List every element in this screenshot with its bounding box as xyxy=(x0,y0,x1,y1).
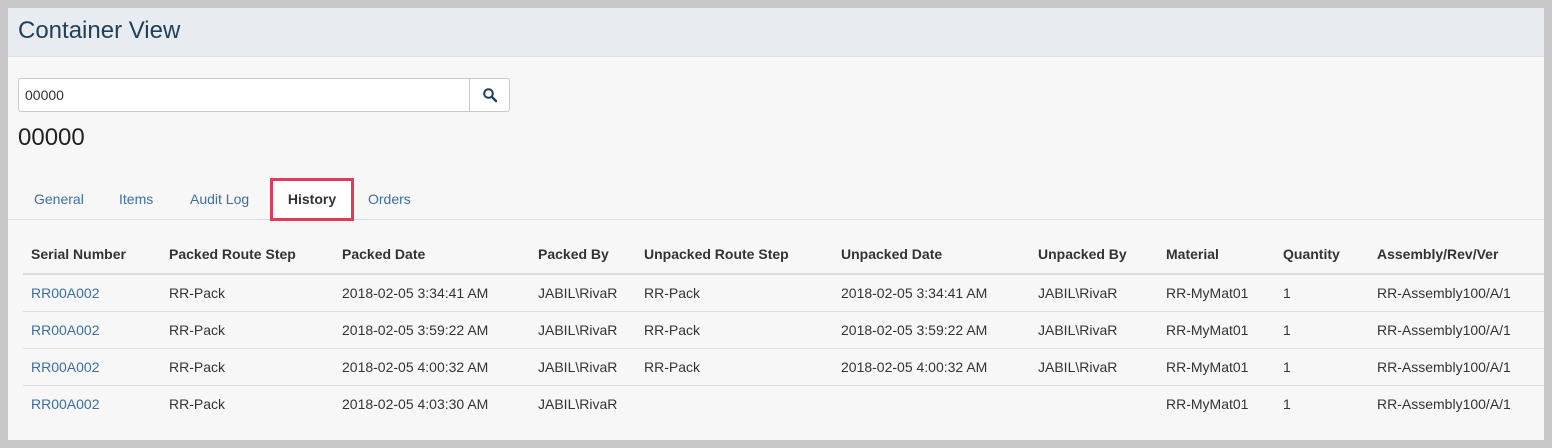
table-cell: JABIL\RivaR xyxy=(530,274,636,312)
container-view-window: Container View 00000 General Items Audit… xyxy=(8,8,1544,440)
column-header[interactable]: Packed Route Step xyxy=(161,235,334,275)
container-id-heading: 00000 xyxy=(18,124,85,151)
column-header[interactable]: Unpacked Date xyxy=(833,235,1030,275)
title-bar: Container View xyxy=(8,8,1544,57)
tab-history[interactable]: History xyxy=(270,178,354,221)
serial-number-link[interactable]: RR00A002 xyxy=(23,348,161,386)
table-cell: 2018-02-05 3:59:22 AM xyxy=(833,311,1030,349)
table-cell: RR-MyMat01 xyxy=(1158,274,1275,312)
table-cell: JABIL\RivaR xyxy=(1030,274,1158,312)
table-cell xyxy=(636,386,833,423)
table-cell: RR-Pack xyxy=(636,348,833,386)
page-title: Container View xyxy=(18,17,181,44)
search-button[interactable] xyxy=(470,78,510,112)
table-cell: 2018-02-05 4:00:32 AM xyxy=(833,348,1030,386)
table-cell: RR-MyMat01 xyxy=(1158,311,1275,349)
table-cell: RR-Pack xyxy=(169,396,226,412)
search-group xyxy=(18,78,510,112)
serial-number-link[interactable]: RR00A002 xyxy=(23,311,161,349)
table-row: RR00A002 RR-Pack 2018-02-05 4:03:30 AM J… xyxy=(23,386,1544,423)
tab-general[interactable]: General xyxy=(34,180,84,219)
table-cell: RR-Pack xyxy=(636,311,833,349)
column-header[interactable]: Unpacked By xyxy=(1030,235,1158,275)
table-cell: RR-Assembly100/A/1 xyxy=(1369,348,1544,386)
tab-orders[interactable]: Orders xyxy=(368,180,411,219)
search-input[interactable] xyxy=(18,78,470,112)
table-cell: 1 xyxy=(1275,274,1369,312)
table-row: RR00A002 RR-Pack 2018-02-05 3:34:41 AM J… xyxy=(23,274,1544,312)
table-cell: 2018-02-05 3:34:41 AM xyxy=(334,274,530,312)
column-header[interactable]: Packed Date xyxy=(334,235,530,275)
serial-number-link[interactable]: RR00A002 xyxy=(23,386,161,423)
table-cell: 2018-02-05 4:00:32 AM xyxy=(334,348,530,386)
table-row: RR00A002 RR-Pack 2018-02-05 3:59:22 AM J… xyxy=(23,311,1544,349)
history-table: Serial Number Packed Route Step Packed D… xyxy=(23,235,1544,422)
table-cell: RR-MyMat01 xyxy=(1158,348,1275,386)
table-cell: RR-MyMat01 xyxy=(1166,396,1249,412)
table-cell: 1 xyxy=(1275,311,1369,349)
table-cell: RR-Pack xyxy=(161,348,334,386)
table-cell: 2018-02-05 3:34:41 AM xyxy=(833,274,1030,312)
table-cell: RR-Assembly100/A/1 xyxy=(1377,396,1511,412)
table-cell: RR-Pack xyxy=(161,274,334,312)
table-cell: JABIL\RivaR xyxy=(530,311,636,349)
tab-items[interactable]: Items xyxy=(119,180,153,219)
table-cell: RR-Pack xyxy=(636,274,833,312)
table-cell: RR-Pack xyxy=(161,311,334,349)
table-header-row: Serial Number Packed Route Step Packed D… xyxy=(23,235,1544,275)
column-header[interactable]: Quantity xyxy=(1275,235,1369,275)
column-header[interactable]: Packed By xyxy=(530,235,636,275)
table-cell: 1 xyxy=(1283,396,1291,412)
table-row: RR00A002 RR-Pack 2018-02-05 4:00:32 AM J… xyxy=(23,348,1544,386)
table-cell xyxy=(833,386,1030,423)
table-cell: RR-Assembly100/A/1 xyxy=(1369,274,1544,312)
column-header[interactable]: Serial Number xyxy=(23,235,161,275)
table-cell xyxy=(1030,386,1158,423)
column-header[interactable]: Material xyxy=(1158,235,1275,275)
table-cell: JABIL\RivaR xyxy=(1030,311,1158,349)
table-cell: 1 xyxy=(1275,348,1369,386)
column-header[interactable]: Assembly/Rev/Ver xyxy=(1369,235,1544,275)
table-cell: JABIL\RivaR xyxy=(538,396,618,412)
column-header[interactable]: Unpacked Route Step xyxy=(636,235,833,275)
tab-audit-log[interactable]: Audit Log xyxy=(190,180,249,219)
table-cell: JABIL\RivaR xyxy=(530,348,636,386)
table-cell: 2018-02-05 4:03:30 AM xyxy=(342,396,489,412)
serial-number-link[interactable]: RR00A002 xyxy=(23,274,161,312)
search-icon xyxy=(482,88,497,103)
table-cell: JABIL\RivaR xyxy=(1030,348,1158,386)
table-cell: 2018-02-05 3:59:22 AM xyxy=(334,311,530,349)
tab-bar: General Items Audit Log History Orders xyxy=(8,178,1544,221)
table-cell: RR-Assembly100/A/1 xyxy=(1369,311,1544,349)
